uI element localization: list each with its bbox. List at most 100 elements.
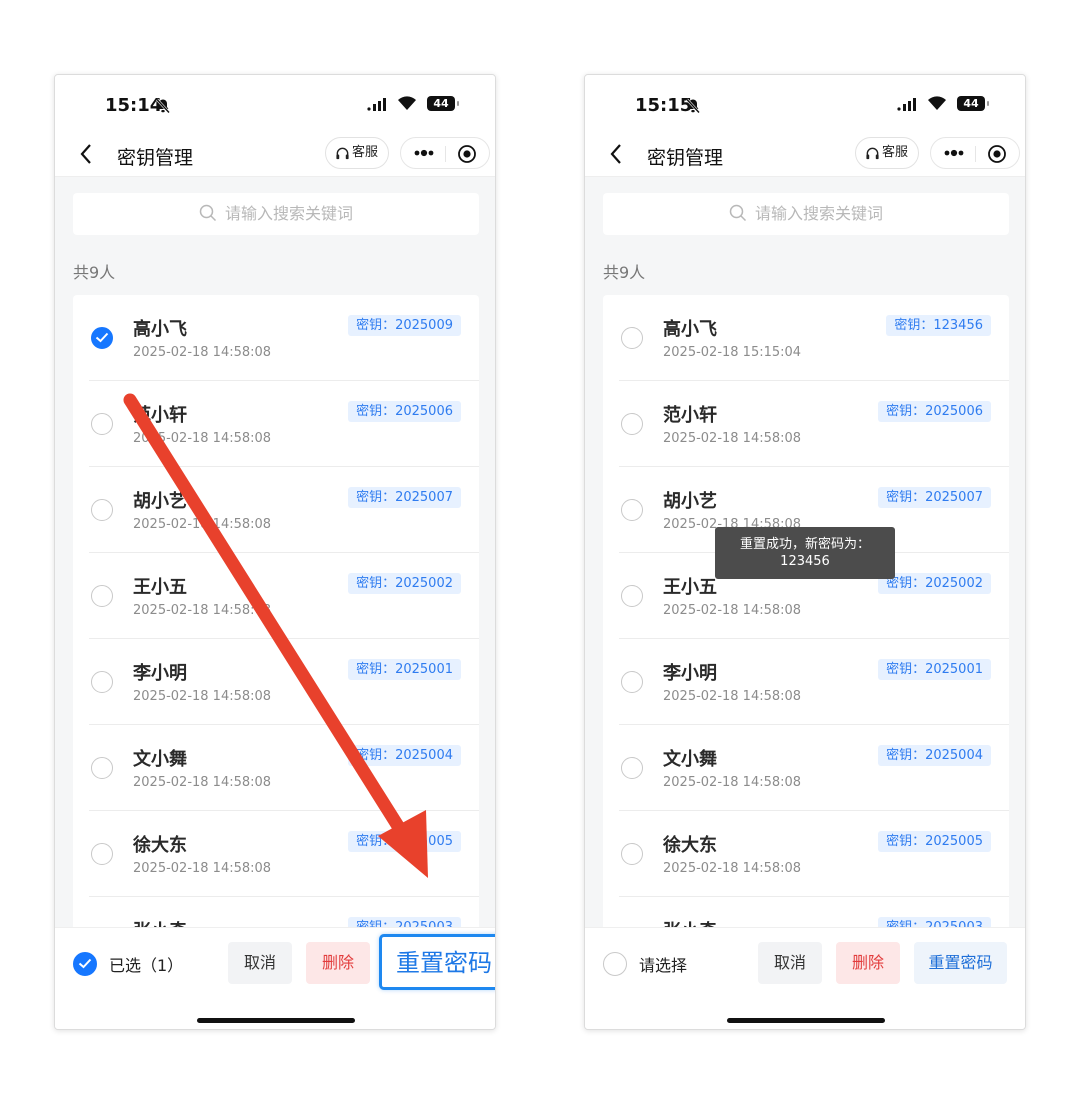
search-input[interactable]: 请输入搜索关键词 bbox=[603, 193, 1009, 235]
close-mini-program-icon[interactable] bbox=[987, 144, 1007, 164]
cancel-button[interactable]: 取消 bbox=[228, 942, 292, 984]
row-name: 王小五 bbox=[133, 577, 187, 598]
member-count: 共9人 bbox=[603, 263, 646, 282]
more-icon[interactable] bbox=[943, 148, 965, 158]
mini-program-capsule bbox=[930, 137, 1020, 169]
headset-icon bbox=[866, 147, 879, 160]
list-item[interactable]: 范小轩 2025-02-18 14:58:08 密钥：2025006 bbox=[603, 381, 1009, 467]
list-item[interactable]: 徐大东 2025-02-18 14:58:08 密钥：2025005 bbox=[73, 811, 479, 897]
row-time: 2025-02-18 14:58:08 bbox=[133, 345, 272, 360]
search-icon bbox=[199, 204, 217, 222]
signal-icon bbox=[367, 98, 386, 111]
row-name: 范小轩 bbox=[133, 405, 187, 426]
capsule-divider bbox=[445, 146, 446, 162]
row-checkbox[interactable] bbox=[621, 585, 643, 607]
bottom-action-bar: 已选（1） 取消 删除 重置密码 bbox=[55, 927, 495, 1029]
row-time: 2025-02-18 14:58:08 bbox=[133, 861, 272, 876]
page-title: 密钥管理 bbox=[117, 147, 194, 169]
row-checkbox[interactable] bbox=[621, 757, 643, 779]
nav-bar: 密钥管理 客服 bbox=[585, 133, 1025, 177]
delete-button[interactable]: 删除 bbox=[306, 942, 370, 984]
row-name: 文小舞 bbox=[133, 749, 187, 770]
row-checkbox[interactable] bbox=[91, 499, 113, 521]
cancel-button[interactable]: 取消 bbox=[758, 942, 822, 984]
row-checkbox[interactable] bbox=[91, 757, 113, 779]
member-count: 共9人 bbox=[73, 263, 116, 282]
row-time: 2025-02-18 14:58:08 bbox=[133, 689, 272, 704]
phone-screen-after: 15:15 44 密钥管理 客服 请输入搜索关键词 共9人 高小飞 2025-0… bbox=[584, 74, 1026, 1030]
row-checkbox[interactable] bbox=[621, 843, 643, 865]
check-icon bbox=[78, 958, 92, 969]
signal-icon bbox=[897, 98, 916, 111]
back-icon[interactable] bbox=[79, 143, 93, 165]
selected-count: 已选（1） bbox=[109, 956, 184, 975]
row-checkbox[interactable] bbox=[91, 585, 113, 607]
row-time: 2025-02-18 14:58:08 bbox=[663, 603, 802, 618]
row-time: 2025-02-18 15:15:04 bbox=[663, 345, 802, 360]
list-item[interactable]: 李小明 2025-02-18 14:58:08 密钥：2025001 bbox=[603, 639, 1009, 725]
row-checkbox[interactable] bbox=[621, 499, 643, 521]
list-item[interactable]: 高小飞 2025-02-18 14:58:08 密钥：2025009 bbox=[73, 295, 479, 381]
status-bar: 15:15 44 bbox=[585, 75, 1025, 133]
list-item[interactable]: 王小五 2025-02-18 14:58:08 密钥：2025002 bbox=[73, 553, 479, 639]
list-item[interactable]: 胡小艺 2025-02-18 14:58:08 密钥：2025007 bbox=[73, 467, 479, 553]
search-placeholder: 请输入搜索关键词 bbox=[224, 204, 353, 223]
select-all-checkbox[interactable] bbox=[603, 952, 627, 976]
row-name: 范小轩 bbox=[663, 405, 717, 426]
status-time: 15:15 bbox=[635, 95, 693, 116]
key-badge: 密钥：2025007 bbox=[348, 487, 461, 508]
customer-service-button[interactable]: 客服 bbox=[855, 137, 919, 169]
row-checkbox[interactable] bbox=[621, 413, 643, 435]
customer-service-label: 客服 bbox=[352, 145, 379, 160]
row-time: 2025-02-18 14:58:08 bbox=[133, 603, 272, 618]
key-list: 高小飞 2025-02-18 14:58:08 密钥：2025009 范小轩 2… bbox=[73, 295, 479, 935]
customer-service-button[interactable]: 客服 bbox=[325, 137, 389, 169]
toast-new-password: 123456 bbox=[780, 554, 830, 569]
key-badge: 密钥：2025007 bbox=[878, 487, 991, 508]
key-badge: 密钥：2025009 bbox=[348, 315, 461, 336]
key-badge: 密钥：2025004 bbox=[878, 745, 991, 766]
row-checkbox[interactable] bbox=[91, 413, 113, 435]
headset-icon bbox=[336, 147, 349, 160]
key-badge: 密钥：2025004 bbox=[348, 745, 461, 766]
search-input[interactable]: 请输入搜索关键词 bbox=[73, 193, 479, 235]
reset-password-button[interactable]: 重置密码 bbox=[379, 934, 495, 990]
select-all-checkbox[interactable] bbox=[73, 952, 97, 976]
key-badge: 密钥：2025001 bbox=[878, 659, 991, 680]
list-item[interactable]: 徐大东 2025-02-18 14:58:08 密钥：2025005 bbox=[603, 811, 1009, 897]
row-time: 2025-02-18 14:58:08 bbox=[663, 775, 802, 790]
row-checkbox[interactable] bbox=[621, 671, 643, 693]
row-checkbox[interactable] bbox=[91, 327, 113, 349]
row-name: 高小飞 bbox=[663, 319, 717, 340]
row-checkbox[interactable] bbox=[91, 671, 113, 693]
bottom-action-bar: 请选择 取消 删除 重置密码 bbox=[585, 927, 1025, 1029]
row-time: 2025-02-18 14:58:08 bbox=[663, 689, 802, 704]
key-badge: 密钥：123456 bbox=[886, 315, 991, 336]
list-item[interactable]: 文小舞 2025-02-18 14:58:08 密钥：2025004 bbox=[603, 725, 1009, 811]
back-icon[interactable] bbox=[609, 143, 623, 165]
list-item[interactable]: 李小明 2025-02-18 14:58:08 密钥：2025001 bbox=[73, 639, 479, 725]
check-icon bbox=[95, 332, 109, 343]
page-title: 密钥管理 bbox=[647, 147, 724, 169]
key-badge: 密钥：2025006 bbox=[878, 401, 991, 422]
bell-muted-icon bbox=[686, 98, 700, 114]
status-indicators: 44 bbox=[367, 95, 459, 113]
row-checkbox[interactable] bbox=[91, 843, 113, 865]
row-time: 2025-02-18 14:58:08 bbox=[663, 431, 802, 446]
list-item[interactable]: 高小飞 2025-02-18 15:15:04 密钥：123456 bbox=[603, 295, 1009, 381]
selected-count: 请选择 bbox=[639, 956, 688, 975]
row-name: 胡小艺 bbox=[133, 491, 187, 512]
close-mini-program-icon[interactable] bbox=[457, 144, 477, 164]
list-item[interactable]: 范小轩 2025-02-18 14:58:08 密钥：2025006 bbox=[73, 381, 479, 467]
row-name: 胡小艺 bbox=[663, 491, 717, 512]
delete-button[interactable]: 删除 bbox=[836, 942, 900, 984]
row-time: 2025-02-18 14:58:08 bbox=[133, 431, 272, 446]
more-icon[interactable] bbox=[413, 148, 435, 158]
row-time: 2025-02-18 14:58:08 bbox=[133, 517, 272, 532]
mini-program-capsule bbox=[400, 137, 490, 169]
battery-icon: 44 bbox=[427, 96, 459, 111]
list-item[interactable]: 文小舞 2025-02-18 14:58:08 密钥：2025004 bbox=[73, 725, 479, 811]
reset-password-button[interactable]: 重置密码 bbox=[914, 942, 1007, 984]
wifi-icon bbox=[398, 96, 416, 110]
row-checkbox[interactable] bbox=[621, 327, 643, 349]
